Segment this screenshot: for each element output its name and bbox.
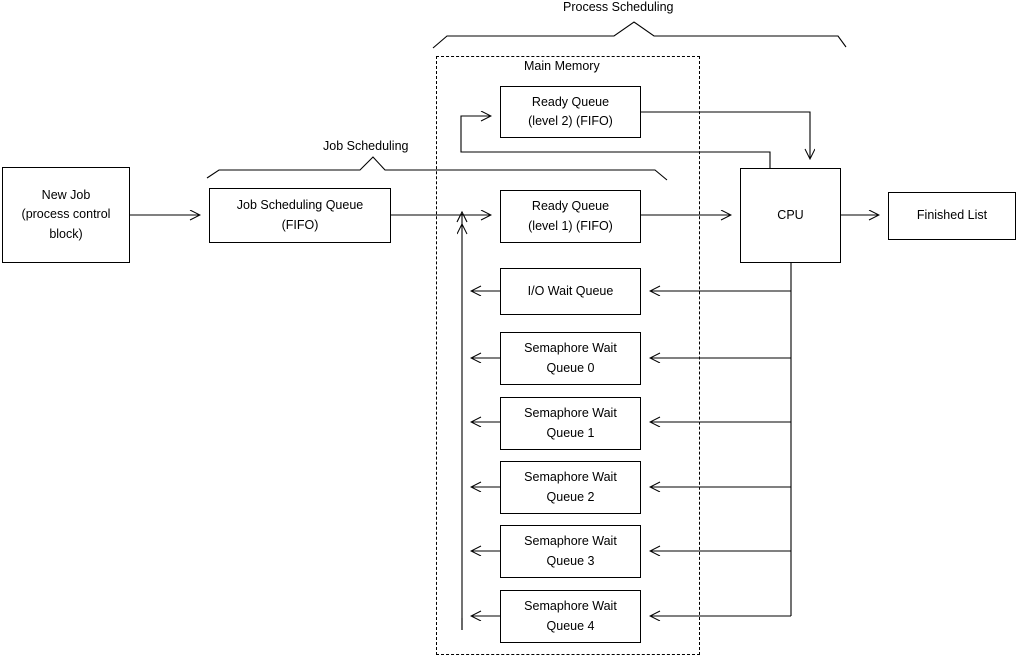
new-job-box[interactable]: New Job (process control block): [2, 167, 130, 263]
new-job-box-line-3: block): [49, 226, 83, 241]
semaphore-wait-queue-1-box-line-2: Queue 1: [546, 425, 595, 440]
new-job-box-line-2: (process control: [21, 207, 111, 222]
finished-list-box[interactable]: Finished List: [888, 192, 1016, 240]
ready-queue-level1-box[interactable]: Ready Queue (level 1) (FIFO): [500, 190, 641, 243]
semaphore-wait-queue-3-box-line-1: Semaphore Wait: [524, 534, 617, 549]
cpu-box[interactable]: CPU: [740, 168, 841, 263]
semaphore-wait-queue-4-box[interactable]: Semaphore Wait Queue 4: [500, 590, 641, 643]
semaphore-wait-queue-4-box-line-1: Semaphore Wait: [524, 599, 617, 614]
semaphore-wait-queue-1-box-line-1: Semaphore Wait: [524, 406, 617, 421]
job-scheduling-queue-box[interactable]: Job Scheduling Queue (FIFO): [209, 188, 391, 243]
main-memory-label: Main Memory: [521, 59, 603, 73]
semaphore-wait-queue-0-box[interactable]: Semaphore Wait Queue 0: [500, 332, 641, 385]
job-scheduling-queue-box-line-2: (FIFO): [281, 217, 319, 232]
semaphore-wait-queue-0-box-line-1: Semaphore Wait: [524, 341, 617, 356]
ready-queue-level1-box-line-2: (level 1) (FIFO): [528, 218, 613, 233]
ready-queue-level2-box-line-1: Ready Queue: [531, 94, 610, 109]
process-scheduling-diagram: Process Scheduling Job Scheduling Main M…: [0, 0, 1027, 657]
cpu-box-line-1: CPU: [777, 207, 804, 222]
semaphore-wait-queue-2-box-line-2: Queue 2: [546, 489, 595, 504]
job-scheduling-queue-box-line-1: Job Scheduling Queue: [236, 198, 364, 213]
semaphore-wait-queue-3-box-line-2: Queue 3: [546, 553, 595, 568]
ready-queue-level2-box[interactable]: Ready Queue (level 2) (FIFO): [500, 86, 641, 138]
finished-list-box-line-1: Finished List: [916, 208, 988, 223]
semaphore-wait-queue-2-box[interactable]: Semaphore Wait Queue 2: [500, 461, 641, 514]
semaphore-wait-queue-0-box-line-2: Queue 0: [546, 360, 595, 375]
new-job-box-line-1: New Job: [41, 187, 91, 202]
semaphore-wait-queue-4-box-line-2: Queue 4: [546, 618, 595, 633]
semaphore-wait-queue-3-box[interactable]: Semaphore Wait Queue 3: [500, 525, 641, 578]
process-scheduling-bracket: [432, 21, 847, 49]
semaphore-wait-queue-2-box-line-1: Semaphore Wait: [524, 470, 617, 485]
ready-queue-level2-box-line-2: (level 2) (FIFO): [528, 114, 613, 128]
process-scheduling-label: Process Scheduling: [560, 0, 677, 14]
io-wait-queue-box-line-1: I/O Wait Queue: [527, 283, 614, 298]
ready-queue-level1-box-line-1: Ready Queue: [531, 199, 610, 214]
job-scheduling-label: Job Scheduling: [320, 139, 412, 153]
io-wait-queue-box[interactable]: I/O Wait Queue: [500, 268, 641, 315]
semaphore-wait-queue-1-box[interactable]: Semaphore Wait Queue 1: [500, 397, 641, 450]
